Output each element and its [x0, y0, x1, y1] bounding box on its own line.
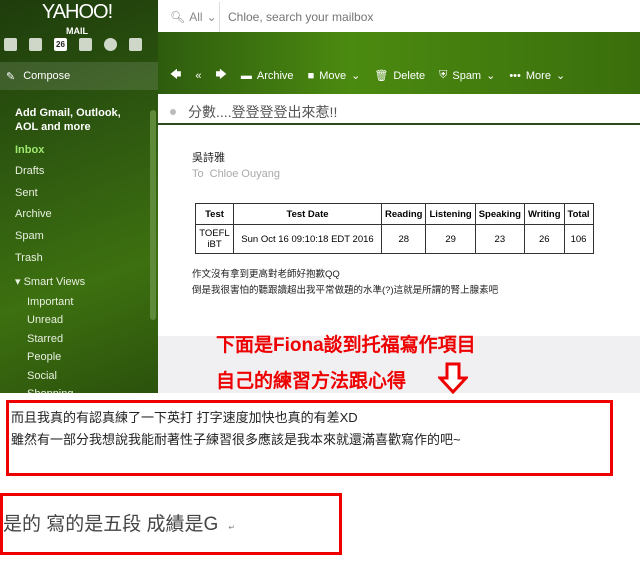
ellipsis-icon: ••• [509, 69, 521, 82]
cell: 106 [563, 224, 594, 254]
message-body: 作文沒有拿到更高對老師好抱歉QQ 倒是我很害怕的聽跟讀超出我平常做題的水準(?)這… [192, 269, 499, 296]
search-scope-dropdown[interactable]: 🔍︎ All ⌄ [160, 2, 220, 32]
notepad-icon[interactable] [79, 38, 92, 51]
arrow-down-icon [438, 362, 468, 394]
spam-button[interactable]: ⛨ Spam ⌄ [439, 69, 495, 82]
more-button[interactable]: ••• More ⌄ [509, 69, 565, 83]
sidebar-item-starred[interactable]: Starred [27, 333, 63, 345]
sidebar: YAHOO! MAIL 26 ✎ Compose Add Gmail, Outloo… [0, 0, 158, 393]
folder-icon: ■ [307, 69, 315, 82]
sidebar-item-shopping[interactable]: Shopping [27, 388, 74, 393]
sender-name[interactable]: 吳詩雅 [192, 149, 225, 165]
yahoo-mail-logo[interactable]: YAHOO! MAIL [32, 2, 122, 38]
sidebar-item-people[interactable]: People [27, 351, 61, 363]
table-row: TOEFL iBT Sun Oct 16 09:10:18 EDT 2016 2… [195, 224, 594, 254]
sidebar-item-sent[interactable]: Sent [15, 187, 38, 199]
cell: 26 [523, 224, 565, 254]
contacts-icon[interactable] [29, 38, 42, 51]
header-cell: Reading [380, 203, 427, 225]
sidebar-item-social[interactable]: Social [27, 370, 57, 382]
sidebar-scrollbar[interactable] [150, 110, 156, 320]
sidebar-item-spam[interactable]: Spam [15, 230, 44, 242]
header-cell: Test Date [233, 203, 382, 225]
sidebar-item-important[interactable]: Important [27, 296, 73, 308]
sidebar-item-archive[interactable]: Archive [15, 208, 52, 220]
reply-button[interactable]: 🡄 [170, 66, 181, 85]
archive-icon: ▬ [240, 69, 252, 82]
add-accounts-link[interactable]: Add Gmail, Outlook, AOL and more [15, 106, 125, 134]
table-header-row: Test Test Date Reading Listening Speakin… [195, 203, 594, 225]
move-button[interactable]: ■ Move ⌄ [307, 69, 361, 83]
compose-button[interactable]: ✎ Compose [0, 62, 158, 90]
messenger-icon[interactable] [104, 38, 117, 51]
mail-icon[interactable] [4, 38, 17, 51]
search-bar: 🔍︎ All ⌄ [160, 2, 640, 32]
sidebar-item-trash[interactable]: Trash [15, 252, 43, 264]
message-subject: 分數....登登登登出來惹!! [170, 102, 337, 122]
sidebar-item-drafts[interactable]: Drafts [15, 165, 44, 177]
header-cell: Test [195, 203, 234, 225]
newsfeed-icon[interactable] [129, 38, 142, 51]
recipient: To Chloe Ouyang [192, 168, 280, 180]
quote-box: 而且我真的有認真練了一下英打 打字速度加快也真的有差XD 雖然有一部分我想說我能耐… [6, 400, 613, 476]
search-input[interactable] [220, 10, 620, 24]
return-mark-icon: ↵ [228, 523, 236, 532]
sidebar-item-unread[interactable]: Unread [27, 314, 63, 326]
smart-views-toggle[interactable]: ▾ Smart Views [15, 275, 85, 288]
shield-icon: ⛨ [439, 69, 448, 81]
cell: TOEFL iBT [195, 224, 234, 254]
annotation-line: 下面是Fiona談到托福寫作項目 [216, 335, 476, 356]
chevron-down-icon: ⌄ [206, 10, 217, 24]
search-icon: 🔍︎ [170, 10, 186, 24]
delete-button[interactable]: 🗑︎ Delete [374, 69, 425, 83]
forward-button[interactable]: 🡆 [216, 66, 227, 85]
cell: 29 [425, 224, 476, 254]
cell: 28 [380, 224, 427, 254]
score-table: Test Test Date Reading Listening Speakin… [195, 203, 594, 254]
header-cell: Writing [523, 203, 565, 225]
unread-dot-icon[interactable] [170, 109, 176, 115]
header-cell: Total [563, 203, 594, 225]
app-switcher: 26 [4, 38, 142, 51]
calendar-icon[interactable]: 26 [54, 38, 67, 51]
header-cell: Speaking [474, 203, 525, 225]
cell: 23 [474, 224, 525, 254]
cell: Sun Oct 16 09:10:18 EDT 2016 [233, 224, 382, 254]
divider [158, 123, 640, 125]
pencil-icon: ✎ [6, 70, 16, 83]
message-toolbar: 🡄 « 🡆 ▬ Archive ■ Move ⌄ 🗑︎ Delete ⛨ Spam ⌄ ••… [170, 66, 565, 85]
annotation-line: 自己的練習方法跟心得 [216, 371, 407, 392]
reply-all-button[interactable]: « [195, 70, 201, 82]
header-cell: Listening [425, 203, 476, 225]
trash-icon: 🗑︎ [374, 70, 389, 82]
sidebar-item-inbox[interactable]: Inbox [15, 144, 44, 156]
archive-button[interactable]: ▬ Archive [241, 70, 294, 82]
quote-box: 是的 寫的是五段 成績是G ↵ [0, 493, 342, 555]
